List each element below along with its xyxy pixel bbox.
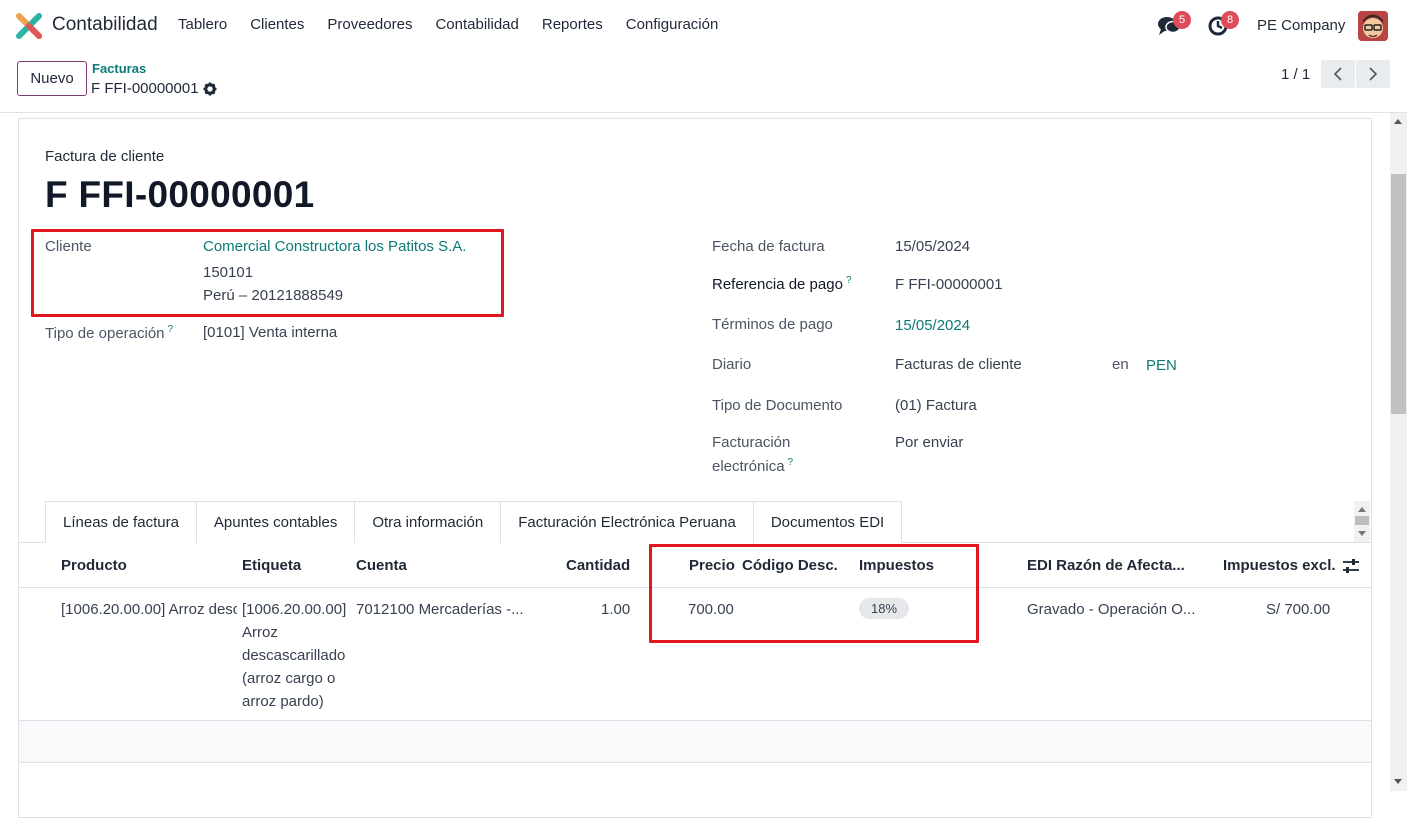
breadcrumb-facturas[interactable]: Facturas <box>92 61 146 76</box>
empty-add-line-row[interactable] <box>19 721 1371 762</box>
scroll-up-arrow-icon[interactable] <box>1394 119 1402 124</box>
new-button[interactable]: Nuevo <box>17 61 87 96</box>
row-etiqueta-line2[interactable]: Arroz <box>242 621 278 644</box>
row-producto[interactable]: [1006.20.00.00] Arroz desc <box>61 598 237 621</box>
menu-item-proveedores[interactable]: Proveedores <box>327 16 412 33</box>
facturacion-electronica-field: Por enviar <box>895 434 964 451</box>
row-cantidad[interactable]: 1.00 <box>601 598 630 621</box>
facturacion-electronica-label-text: electrónica <box>712 458 785 475</box>
column-header-edi-razon[interactable]: EDI Razón de Afecta... <box>1027 557 1185 574</box>
messages-badge: 5 <box>1173 11 1191 29</box>
table-bottom-divider <box>18 762 1372 763</box>
pager-next-button[interactable] <box>1356 60 1390 88</box>
optional-columns-sliders-icon[interactable] <box>1342 558 1360 574</box>
help-tooltip-icon[interactable]: ? <box>168 324 174 335</box>
column-header-producto[interactable]: Producto <box>61 557 127 574</box>
tab-otra-informacion[interactable]: Otra información <box>354 501 502 543</box>
highlight-box-precio-impuestos <box>649 544 979 643</box>
column-header-cantidad[interactable]: Cantidad <box>566 557 630 574</box>
document-type-label: Factura de cliente <box>45 148 165 165</box>
diario-field[interactable]: Facturas de cliente <box>895 356 1022 373</box>
tab-documentos-edi[interactable]: Documentos EDI <box>752 501 903 543</box>
page-scrollbar-thumb[interactable] <box>1391 174 1406 414</box>
referencia-pago-label-text: Referencia de pago <box>712 276 843 293</box>
menu-item-contabilidad[interactable]: Contabilidad <box>435 16 518 33</box>
row-etiqueta-line3[interactable]: descascarillado <box>242 644 345 667</box>
control-panel-divider <box>0 112 1407 113</box>
help-tooltip-icon[interactable]: ? <box>788 457 794 468</box>
gear-icon[interactable] <box>203 82 217 96</box>
row-etiqueta-line4[interactable]: (arroz cargo o <box>242 667 335 690</box>
chevron-right-icon <box>1369 67 1378 81</box>
app-name[interactable]: Contabilidad <box>52 14 158 36</box>
tab-facturacion-electronica-peruana[interactable]: Facturación Electrónica Peruana <box>500 501 754 543</box>
chevron-left-icon <box>1333 67 1342 81</box>
tipo-documento-field[interactable]: (01) Factura <box>895 397 977 414</box>
tabs-scrollbar-thumb[interactable] <box>1355 516 1369 525</box>
help-tooltip-icon[interactable]: ? <box>846 275 852 286</box>
main-menu: Tablero Clientes Proveedores Contabilida… <box>178 16 741 33</box>
column-header-impuestos-excl[interactable]: Impuestos excl. <box>1223 557 1336 574</box>
row-impuestos-excl: S/ 700.00 <box>1266 601 1331 618</box>
row-edi-razon[interactable]: Gravado - Operación O... <box>1027 598 1195 621</box>
row-etiqueta-line5[interactable]: arroz pardo) <box>242 690 324 713</box>
form-sheet <box>18 118 1372 818</box>
user-avatar[interactable] <box>1358 11 1388 41</box>
scroll-down-arrow-icon[interactable] <box>1394 779 1402 784</box>
referencia-pago-label: Referencia de pago? <box>712 275 852 293</box>
row-etiqueta-line1[interactable]: [1006.20.00.00] <box>242 598 346 621</box>
facturacion-electronica-label-line1: Facturación <box>712 434 791 451</box>
invoice-title: F FFI-00000001 <box>45 174 315 215</box>
currency-en-label: en <box>1112 356 1129 373</box>
tab-lineas-factura[interactable]: Líneas de factura <box>45 501 197 543</box>
referencia-pago-field[interactable]: F FFI-00000001 <box>895 276 1003 293</box>
menu-item-clientes[interactable]: Clientes <box>250 16 304 33</box>
fecha-factura-label: Fecha de factura <box>712 238 825 255</box>
pager-previous-button[interactable] <box>1321 60 1355 88</box>
tipo-operacion-label: Tipo de operación? <box>45 324 173 342</box>
terminos-pago-label: Términos de pago <box>712 316 833 333</box>
menu-item-tablero[interactable]: Tablero <box>178 16 227 33</box>
menu-item-reportes[interactable]: Reportes <box>542 16 603 33</box>
tipo-operacion-label-text: Tipo de operación <box>45 325 165 342</box>
currency-field[interactable]: PEN <box>1146 357 1177 374</box>
pager-value[interactable]: 1 / 1 <box>1281 66 1310 83</box>
breadcrumb-current-record: F FFI-00000001 <box>91 80 199 97</box>
diario-label: Diario <box>712 356 752 373</box>
column-header-etiqueta[interactable]: Etiqueta <box>242 557 301 574</box>
menu-item-configuracion[interactable]: Configuración <box>626 16 719 33</box>
tabs-scroll-up-icon[interactable] <box>1358 507 1366 512</box>
highlight-box-cliente <box>31 229 504 317</box>
column-header-cuenta[interactable]: Cuenta <box>356 557 407 574</box>
row-cuenta[interactable]: 7012100 Mercaderías -... <box>356 598 524 621</box>
activities-badge: 8 <box>1221 11 1239 29</box>
fecha-factura-field[interactable]: 15/05/2024 <box>895 238 970 255</box>
tabs-scroll-down-icon[interactable] <box>1358 531 1366 536</box>
tipo-operacion-field[interactable]: [0101] Venta interna <box>203 324 337 341</box>
notebook-tabs: Líneas de factura Apuntes contables Otra… <box>45 501 903 543</box>
company-switcher[interactable]: PE Company <box>1257 17 1345 34</box>
tipo-documento-label: Tipo de Documento <box>712 397 843 414</box>
top-navbar: Contabilidad Tablero Clientes Proveedore… <box>0 0 1407 52</box>
tab-apuntes-contables[interactable]: Apuntes contables <box>195 501 356 543</box>
facturacion-electronica-label-line2: electrónica? <box>712 457 793 475</box>
accounting-app-icon[interactable] <box>16 13 42 39</box>
avatar-face-icon <box>1358 11 1388 41</box>
terminos-pago-field[interactable]: 15/05/2024 <box>895 317 970 334</box>
